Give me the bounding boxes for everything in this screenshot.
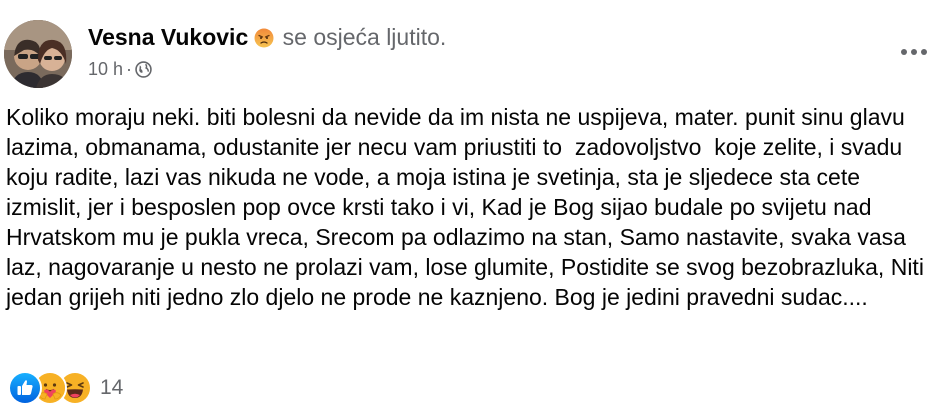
globe-icon[interactable] [135, 60, 152, 84]
post-body-text: Koliko moraju neki. biti bolesni da nevi… [6, 104, 931, 310]
avatar[interactable] [4, 20, 72, 88]
post-timestamp[interactable]: 10 h [88, 59, 123, 79]
reaction-count[interactable]: 14 [100, 376, 123, 400]
post-meta: 10 h · [88, 57, 152, 84]
reactions-summary[interactable]: 14 [8, 371, 123, 405]
meta-separator: · [126, 59, 133, 79]
more-options-icon [901, 49, 927, 55]
like-reaction-icon [8, 371, 42, 405]
author-name[interactable]: Vesna Vukovic [88, 24, 248, 50]
post-header-line: Vesna Vukovic se osjeća ljutito. [88, 23, 446, 54]
facebook-post: Vesna Vukovic se osjeća ljutito. 10 h· [0, 0, 940, 417]
more-options-button[interactable] [896, 40, 932, 64]
angry-emoji-icon [254, 26, 274, 54]
feeling-text: se osjeća ljutito. [282, 24, 447, 50]
